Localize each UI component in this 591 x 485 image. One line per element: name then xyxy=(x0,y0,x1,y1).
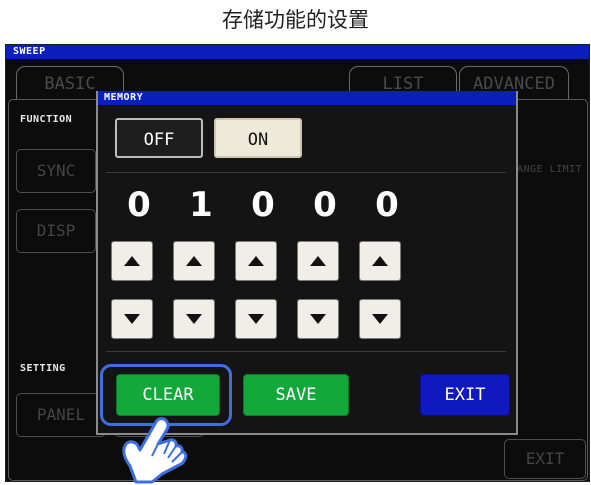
arrow-down-icon xyxy=(186,314,202,324)
pointing-hand-icon xyxy=(122,417,188,484)
memory-on-button[interactable]: ON xyxy=(214,118,302,158)
arrow-down-icon xyxy=(248,314,264,324)
digit-2-down-button[interactable] xyxy=(173,299,215,339)
digit-2: 1 xyxy=(189,185,213,225)
sweep-title-bar: SWEEP xyxy=(6,45,589,59)
panel-button[interactable]: PANEL xyxy=(16,393,106,437)
save-button[interactable]: SAVE xyxy=(243,374,349,416)
digit-3-up-button[interactable] xyxy=(235,241,277,281)
arrow-down-icon xyxy=(310,314,326,324)
digit-4-down-button[interactable] xyxy=(297,299,339,339)
digit-5-up-button[interactable] xyxy=(359,241,401,281)
arrow-down-icon xyxy=(124,314,140,324)
digit-4-up-button[interactable] xyxy=(297,241,339,281)
arrow-up-icon xyxy=(372,256,388,266)
arrow-up-icon xyxy=(124,256,140,266)
digit-1-down-button[interactable] xyxy=(111,299,153,339)
digit-3-down-button[interactable] xyxy=(235,299,277,339)
digit-5-down-button[interactable] xyxy=(359,299,401,339)
device-screen: SWEEP BASIC LIST ADVANCED FUNCTION SETTI… xyxy=(5,44,590,482)
page-title: 存储功能的设置 xyxy=(222,8,369,32)
digit-1: 0 xyxy=(127,185,151,225)
arrow-up-icon xyxy=(186,256,202,266)
arrow-down-icon xyxy=(372,314,388,324)
arrow-up-icon xyxy=(248,256,264,266)
arrow-up-icon xyxy=(310,256,326,266)
sync-button[interactable]: SYNC xyxy=(16,149,96,193)
disp-button[interactable]: DISP xyxy=(16,209,96,253)
divider xyxy=(106,351,506,352)
divider xyxy=(106,172,506,173)
function-label: FUNCTION xyxy=(16,114,77,125)
range-limit-label: ANGE LIMIT xyxy=(517,164,583,175)
digit-1-up-button[interactable] xyxy=(111,241,153,281)
memory-title-bar: MEMORY xyxy=(98,91,516,105)
digit-2-up-button[interactable] xyxy=(173,241,215,281)
exit-button[interactable]: EXIT xyxy=(420,374,510,416)
digit-3: 0 xyxy=(251,185,275,225)
digit-5: 0 xyxy=(375,185,399,225)
setting-label: SETTING xyxy=(16,363,70,374)
background-exit-button[interactable]: EXIT xyxy=(504,439,586,479)
digit-4: 0 xyxy=(313,185,337,225)
memory-off-button[interactable]: OFF xyxy=(115,118,203,158)
